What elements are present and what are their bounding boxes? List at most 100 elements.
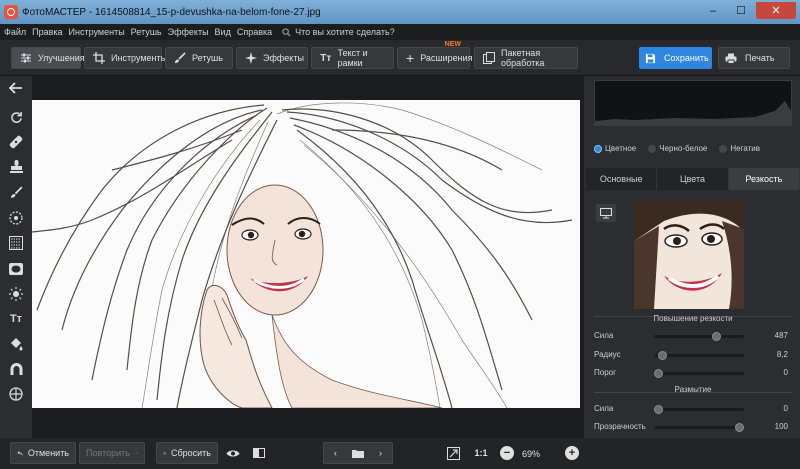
tab-effects[interactable]: Эффекты — [236, 47, 308, 69]
fit-screen-icon[interactable] — [442, 442, 464, 464]
tab-enhance[interactable]: Улучшения — [11, 47, 85, 69]
minimize-button[interactable]: – — [700, 2, 726, 19]
radio-bw[interactable]: Черно-белое — [648, 144, 707, 153]
tab-text-frames[interactable]: Tт Текст и рамки — [311, 47, 394, 69]
menu-search[interactable]: Что вы хотите сделать? — [282, 27, 395, 37]
menu-help[interactable]: Справка — [237, 27, 272, 37]
radio-bw-dot — [648, 144, 657, 153]
redo-icon — [135, 451, 138, 454]
gradient-icon[interactable] — [8, 235, 24, 251]
preview-eye-icon[interactable] — [222, 442, 244, 464]
slider-track[interactable] — [654, 369, 744, 378]
stamp-icon[interactable] — [8, 159, 24, 175]
folder-icon[interactable] — [347, 443, 370, 463]
slider-value: 8,2 — [776, 350, 788, 359]
tab-retouch[interactable]: Ретушь — [165, 47, 233, 69]
print-label: Печать — [745, 53, 775, 63]
slider-track[interactable] — [654, 405, 744, 414]
split-view-icon[interactable] — [248, 442, 270, 464]
slider-blur-strength[interactable]: Сила 0 — [594, 402, 792, 416]
tab-sharpness[interactable]: Резкость — [728, 168, 800, 190]
brush-icon — [174, 52, 186, 64]
tab-colors[interactable]: Цвета — [657, 168, 729, 190]
photo-canvas[interactable] — [32, 100, 580, 408]
bandage-icon[interactable] — [8, 134, 24, 150]
slider-track[interactable] — [654, 423, 744, 432]
radio-color[interactable]: Цветное — [594, 144, 636, 153]
slider-sharp-threshold[interactable]: Порог 0 — [594, 366, 792, 380]
radio-negative-dot — [719, 144, 728, 153]
zoom-out-icon[interactable]: − — [496, 442, 518, 464]
tab-extensions[interactable]: + Расширения NEW — [397, 41, 473, 69]
radio-bw-label: Черно-белое — [659, 144, 708, 153]
tab-batch[interactable]: Пакетная обработка — [474, 47, 578, 69]
radio-color-label: Цветное — [605, 144, 637, 153]
redo-button[interactable]: Повторить — [79, 442, 145, 464]
magnet-icon[interactable] — [8, 361, 24, 377]
fill-icon[interactable] — [8, 336, 24, 352]
menu-file[interactable]: Файл — [4, 27, 26, 37]
rotate-icon[interactable] — [8, 109, 24, 125]
printer-icon — [725, 53, 737, 64]
sharpening-title: Повышение резкости — [653, 314, 733, 323]
next-icon[interactable]: › — [369, 443, 392, 463]
close-button[interactable]: ✕ — [756, 2, 796, 19]
menu-tools[interactable]: Инструменты — [69, 27, 125, 37]
light-icon[interactable] — [8, 286, 24, 302]
text-icon: Tт — [320, 52, 332, 64]
slider-track[interactable] — [654, 351, 744, 360]
left-toolbar: Tт — [0, 76, 32, 438]
sketch-portrait-image — [32, 100, 580, 408]
save-label: Сохранить — [664, 53, 709, 63]
slider-thumb[interactable] — [658, 351, 668, 360]
menu-effects[interactable]: Эффекты — [168, 27, 209, 37]
radio-negative[interactable]: Негатив — [719, 144, 760, 153]
prev-icon[interactable]: ‹ — [324, 443, 347, 463]
zoom-in-icon[interactable]: + — [561, 442, 583, 464]
tab-extensions-label: Расширения — [420, 53, 473, 63]
slider-label: Радиус — [594, 350, 621, 359]
actual-size-button[interactable]: 1:1 — [470, 442, 492, 464]
menu-retouch[interactable]: Ретушь — [131, 27, 162, 37]
canvas-area[interactable] — [32, 76, 584, 438]
reset-icon — [163, 451, 166, 455]
slider-blur-opacity[interactable]: Прозрачность 100 — [594, 420, 792, 434]
slider-thumb[interactable] — [735, 423, 744, 432]
tab-instruments[interactable]: Инструменты — [84, 47, 167, 69]
menu-view[interactable]: Вид — [215, 27, 231, 37]
menu-bar: Файл Правка Инструменты Ретушь Эффекты В… — [0, 24, 800, 40]
detail-preview — [634, 201, 744, 309]
radio-color-dot — [594, 144, 602, 153]
save-button[interactable]: Сохранить — [639, 47, 712, 69]
compare-button[interactable] — [596, 204, 616, 222]
maximize-button[interactable]: ☐ — [728, 2, 754, 19]
back-arrow-icon[interactable] — [8, 80, 24, 96]
slider-thumb[interactable] — [712, 332, 722, 341]
crop-icon — [93, 52, 105, 64]
color-mode-group: Цветное Черно-белое Негатив — [594, 144, 760, 153]
slider-thumb[interactable] — [654, 369, 663, 378]
brush-tool-icon[interactable] — [8, 184, 24, 200]
file-navigation: ‹ › — [323, 442, 393, 464]
search-placeholder[interactable]: Что вы хотите сделать? — [295, 27, 395, 37]
slider-label: Порог — [594, 368, 617, 377]
text-tool-icon[interactable]: Tт — [8, 311, 24, 327]
redo-label: Повторить — [86, 448, 130, 458]
slider-thumb[interactable] — [654, 405, 663, 414]
globe-icon[interactable] — [8, 386, 24, 402]
undo-label: Отменить — [27, 448, 69, 458]
tab-batch-label: Пакетная обработка — [501, 48, 545, 68]
slider-sharp-strength[interactable]: Сила 487 — [594, 329, 792, 343]
undo-button[interactable]: Отменить — [10, 442, 76, 464]
radio-negative-label: Негатив — [730, 144, 760, 153]
vignette-icon[interactable] — [8, 261, 24, 277]
slider-track[interactable] — [654, 332, 744, 341]
menu-edit[interactable]: Правка — [32, 27, 62, 37]
tab-enhance-label: Улучшения — [38, 53, 85, 63]
reset-button[interactable]: Сбросить — [156, 442, 218, 464]
slider-sharp-radius[interactable]: Радиус 8,2 — [594, 348, 792, 362]
print-button[interactable]: Печать — [718, 47, 790, 69]
radial-icon[interactable] — [8, 210, 24, 226]
tab-basic[interactable]: Основные — [586, 168, 658, 190]
slider-value: 0 — [783, 368, 788, 377]
